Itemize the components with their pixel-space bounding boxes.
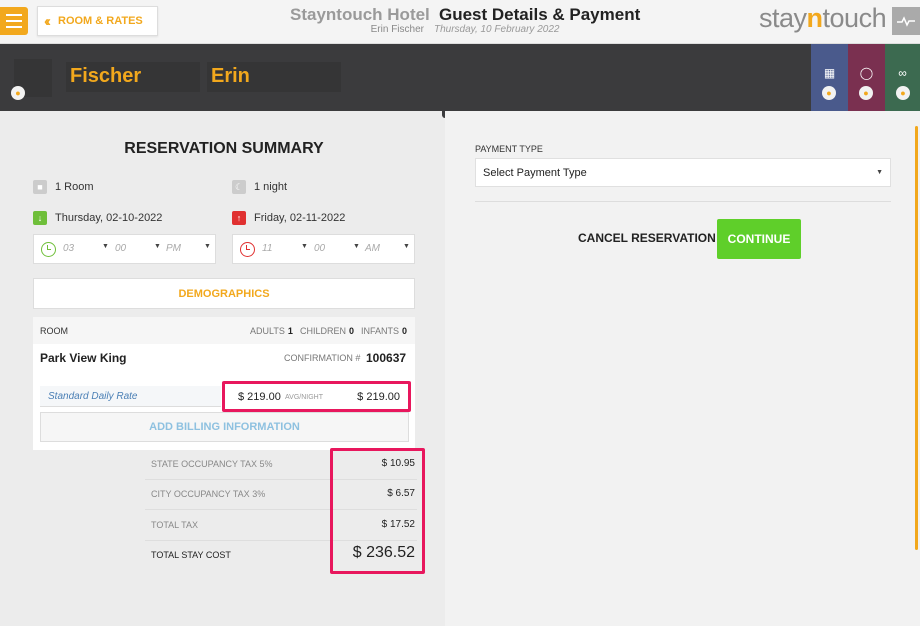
room-card: ROOM ADULTS 1 CHILDREN 0 INFANTS 0 Park Vie… [33, 317, 415, 450]
hamburger-menu-button[interactable] [0, 7, 28, 35]
chevron-down-icon: ▼ [204, 243, 211, 250]
departure-minute-select[interactable]: 00 [314, 243, 325, 254]
back-to-room-rates-button[interactable]: ‹‹ ROOM & RATES [37, 6, 158, 36]
menu-line [6, 26, 22, 28]
clock-icon [41, 242, 56, 257]
payment-type-label: PAYMENT TYPE [475, 144, 543, 154]
tax-label-state: STATE OCCUPANCY TAX 5% [151, 459, 273, 469]
logo-part-stay: stay [759, 3, 807, 33]
divider [475, 201, 891, 202]
children-value: 0 [349, 326, 355, 336]
adults-label: ADULTS [250, 326, 285, 336]
moon-icon: ☾ [232, 180, 246, 194]
group-card-search-button[interactable]: ● [896, 86, 910, 100]
room-card-header: ROOM ADULTS 1 CHILDREN 0 INFANTS 0 [33, 317, 415, 344]
arrival-time-picker[interactable]: 03 ▼ 00 ▼ PM ▼ [33, 234, 216, 264]
arrival-ampm-select[interactable]: PM [166, 243, 181, 254]
reservation-summary-panel: RESERVATION SUMMARY ■ 1 Room ☾ 1 night ↓… [0, 111, 445, 626]
building-icon: ▦ [823, 66, 836, 80]
add-billing-information-button[interactable]: ADD BILLING INFORMATION [40, 412, 409, 442]
infants-count: INFANTS 0 [361, 326, 407, 336]
business-date: Thursday, 10 February 2022 [434, 24, 560, 35]
children-count: CHILDREN 0 [300, 326, 354, 336]
page-title: Guest Details & Payment [439, 5, 641, 24]
guest-first-name-field[interactable]: Erin [207, 62, 341, 92]
infants-value: 0 [402, 326, 408, 336]
reservation-summary-title: RESERVATION SUMMARY [124, 140, 324, 157]
logo-part-n: n [806, 3, 824, 33]
top-header: ‹‹ ROOM & RATES Stayntouch Hotel Erin Fi… [0, 0, 920, 44]
search-icon: ● [900, 87, 906, 98]
children-label: CHILDREN [300, 326, 347, 336]
guest-subtitle: Erin Fischer [370, 24, 424, 35]
clock-icon [240, 242, 255, 257]
room-type-name: Park View King [40, 351, 127, 365]
arrival-arrow-icon: ↓ [33, 211, 47, 225]
search-icon: ● [15, 87, 21, 98]
chevron-down-icon: ▼ [301, 243, 308, 250]
arrival-date: Thursday, 02-10-2022 [55, 212, 163, 224]
circles-icon: ∞ [898, 66, 907, 80]
avatar-search-button[interactable]: ● [11, 86, 25, 100]
logo-part-touch: touch [822, 3, 887, 33]
departure-ampm-select[interactable]: AM [365, 243, 380, 254]
tax-highlight-box [330, 448, 425, 574]
departure-time-picker[interactable]: 11 ▼ 00 ▼ AM ▼ [232, 234, 415, 264]
cancel-reservation-button[interactable]: CANCEL RESERVATION [578, 231, 716, 245]
bed-icon: ■ [33, 180, 47, 194]
company-card-search-button[interactable]: ● [822, 86, 836, 100]
globe-icon: ◯ [859, 66, 874, 80]
stayntouch-logo: stayntouch [759, 3, 887, 34]
chevron-down-icon: ▼ [353, 243, 360, 250]
guest-name-bar: ● Fischer Erin ▦ ● ◯ ● ∞ ● [0, 44, 920, 111]
departure-date: Friday, 02-11-2022 [254, 212, 346, 224]
departure-arrow-icon: ↑ [232, 211, 246, 225]
chevron-down-icon: ▼ [403, 243, 410, 250]
chevron-down-icon: ▼ [102, 243, 109, 250]
tax-label-city: CITY OCCUPANCY TAX 3% [151, 489, 266, 499]
scrollbar[interactable] [915, 126, 918, 550]
pulse-icon [897, 16, 915, 27]
menu-line [6, 20, 22, 22]
search-icon: ● [826, 87, 832, 98]
travel-agent-card-tab[interactable]: ◯ ● [848, 44, 885, 111]
chevron-down-icon: ▼ [154, 243, 161, 250]
search-icon: ● [863, 87, 869, 98]
confirmation-label: CONFIRMATION # [284, 353, 361, 363]
departure-hour-select[interactable]: 11 [262, 243, 272, 254]
double-chevron-left-icon: ‹‹ [44, 12, 51, 30]
hotel-name: Stayntouch Hotel [290, 5, 430, 24]
company-card-tab[interactable]: ▦ ● [811, 44, 848, 111]
payment-panel [445, 111, 920, 626]
back-button-label: ROOM & RATES [58, 15, 143, 27]
total-stay-cost-label: TOTAL STAY COST [151, 550, 231, 560]
arrival-hour-select[interactable]: 03 [63, 243, 74, 254]
confirmation-number: 100637 [366, 351, 407, 365]
tax-label-total: TOTAL TAX [151, 520, 199, 530]
adults-value: 1 [287, 326, 293, 336]
continue-button[interactable]: CONTINUE [717, 219, 801, 259]
guest-last-name-field[interactable]: Fischer [66, 62, 200, 92]
night-count: 1 night [254, 181, 288, 193]
rate-highlight-box [222, 381, 411, 412]
payment-type-select[interactable]: Select Payment Type ▼ [475, 158, 891, 187]
room-count: 1 Room [55, 181, 94, 193]
demographics-button[interactable]: DEMOGRAPHICS [33, 278, 415, 309]
group-card-tab[interactable]: ∞ ● [885, 44, 920, 111]
arrival-minute-select[interactable]: 00 [115, 243, 126, 254]
menu-line [6, 14, 22, 16]
chevron-down-icon: ▼ [876, 169, 883, 176]
adults-count: ADULTS 1 [250, 326, 293, 336]
payment-type-selected: Select Payment Type [483, 167, 587, 179]
rate-name-link[interactable]: Standard Daily Rate [40, 386, 221, 407]
travel-agent-card-search-button[interactable]: ● [859, 86, 873, 100]
activity-pulse-button[interactable] [892, 7, 920, 35]
infants-label: INFANTS [361, 326, 400, 336]
room-label: ROOM [40, 326, 68, 336]
